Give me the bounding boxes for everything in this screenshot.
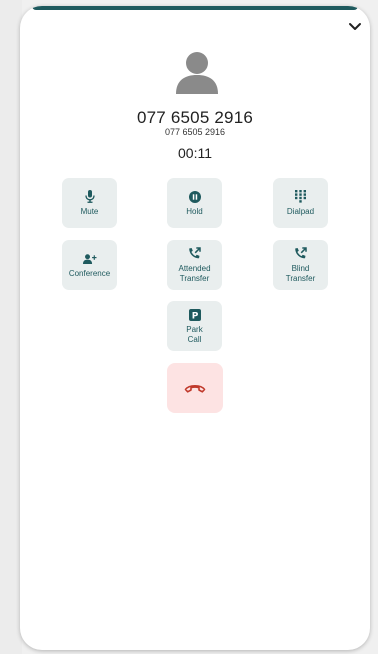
- park-call-button[interactable]: P Park Call: [167, 301, 222, 351]
- hang-up-button[interactable]: [167, 363, 223, 413]
- call-panel: 077 6505 2916 077 6505 2916 00:11 Mute H…: [20, 6, 370, 650]
- caller-number-secondary: 077 6505 2916: [164, 127, 226, 137]
- user-avatar-icon: [176, 52, 218, 94]
- phone-transfer-icon: [294, 247, 308, 261]
- attended-transfer-button[interactable]: Attended Transfer: [167, 240, 222, 290]
- mute-label: Mute: [80, 206, 99, 216]
- park-call-label: Park Call: [186, 324, 203, 344]
- hold-label: Hold: [186, 206, 203, 216]
- hold-button[interactable]: Hold: [167, 178, 222, 228]
- attended-transfer-label: Attended Transfer: [178, 263, 211, 283]
- top-accent-bar: [32, 6, 358, 10]
- dialpad-grid-icon: [294, 190, 308, 204]
- hang-up-phone-icon: [184, 384, 206, 393]
- blind-transfer-label: Blind Transfer: [285, 263, 316, 283]
- backdrop: [0, 0, 22, 654]
- dialpad-button[interactable]: Dialpad: [273, 178, 328, 228]
- conference-button[interactable]: Conference: [62, 240, 117, 290]
- dialpad-label: Dialpad: [286, 206, 315, 216]
- parking-p-icon: P: [188, 308, 202, 322]
- svg-text:P: P: [191, 311, 198, 321]
- screen: 077 6505 2916 077 6505 2916 00:11 Mute H…: [0, 0, 378, 654]
- caller-number: 077 6505 2916: [136, 108, 254, 127]
- pause-icon: [188, 190, 202, 204]
- chevron-down-icon: [349, 23, 361, 30]
- phone-transfer-icon: [188, 247, 202, 261]
- microphone-icon: [83, 190, 97, 204]
- mute-button[interactable]: Mute: [62, 178, 117, 228]
- blind-transfer-button[interactable]: Blind Transfer: [273, 240, 328, 290]
- add-person-icon: [82, 252, 97, 266]
- conference-label: Conference: [68, 268, 111, 278]
- call-timer: 00:11: [178, 145, 212, 161]
- collapse-button[interactable]: [344, 16, 366, 38]
